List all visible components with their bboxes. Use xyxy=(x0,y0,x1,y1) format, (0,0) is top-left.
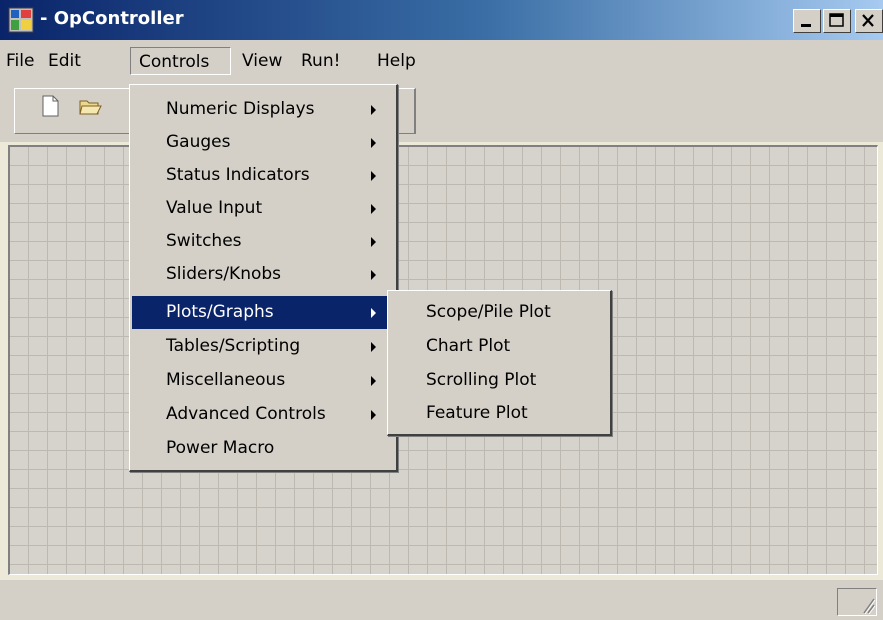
menu-item-tables-scripting[interactable]: Tables/Scripting xyxy=(132,330,394,363)
menu-item-label: Power Macro xyxy=(166,438,275,458)
menu-item-switches[interactable]: Switches xyxy=(132,225,394,258)
menu-item-gauges[interactable]: Gauges xyxy=(132,126,394,159)
menu-item-numeric-displays[interactable]: Numeric Displays xyxy=(132,93,394,126)
menu-file[interactable]: File xyxy=(2,47,38,75)
menu-item-label: Value Input xyxy=(166,198,263,218)
submenu-arrow-icon xyxy=(371,342,376,352)
menu-item-sliders-knobs[interactable]: Sliders/Knobs xyxy=(132,258,394,291)
menu-item-chart-plot[interactable]: Chart Plot xyxy=(390,330,608,363)
menu-help[interactable]: Help xyxy=(373,47,420,75)
plots-graphs-submenu: Scope/Pile Plot Chart Plot Scrolling Plo… xyxy=(387,290,612,436)
menu-item-label: Plots/Graphs xyxy=(166,302,274,322)
new-file-icon[interactable] xyxy=(38,94,62,118)
menu-item-label: Sliders/Knobs xyxy=(166,264,282,284)
menu-item-feature-plot[interactable]: Feature Plot xyxy=(390,397,608,430)
size-grip-icon[interactable] xyxy=(838,589,876,615)
menu-item-plots-graphs[interactable]: Plots/Graphs xyxy=(132,296,394,329)
menu-item-label: Gauges xyxy=(166,132,231,152)
close-icon xyxy=(862,14,874,27)
menu-item-scope-pile-plot[interactable]: Scope/Pile Plot xyxy=(390,296,608,329)
menu-item-label: Advanced Controls xyxy=(166,404,326,424)
menu-item-status-indicators[interactable]: Status Indicators xyxy=(132,159,394,192)
menu-item-miscellaneous[interactable]: Miscellaneous xyxy=(132,364,394,397)
menu-run[interactable]: Run! xyxy=(297,47,344,75)
status-bar xyxy=(0,580,883,620)
menu-item-value-input[interactable]: Value Input xyxy=(132,192,394,225)
app-icon xyxy=(8,7,34,33)
submenu-arrow-icon xyxy=(371,171,376,181)
submenu-arrow-icon xyxy=(371,308,376,318)
submenu-arrow-icon xyxy=(371,204,376,214)
menu-bar: File Edit Controls View Run! Help xyxy=(0,40,883,80)
menu-item-power-macro[interactable]: Power Macro xyxy=(132,432,394,465)
submenu-arrow-icon xyxy=(371,237,376,247)
open-folder-icon[interactable] xyxy=(78,94,102,118)
controls-menu: Numeric Displays Gauges Status Indicator… xyxy=(129,84,398,472)
menu-item-advanced-controls[interactable]: Advanced Controls xyxy=(132,398,394,431)
window-title: - OpController xyxy=(40,8,184,29)
menu-item-label: Miscellaneous xyxy=(166,370,286,390)
maximize-icon xyxy=(829,13,844,27)
menu-item-scrolling-plot[interactable]: Scrolling Plot xyxy=(390,364,608,397)
menu-controls[interactable]: Controls xyxy=(130,47,231,75)
maximize-button[interactable] xyxy=(823,9,851,33)
minimize-icon xyxy=(801,24,811,27)
submenu-arrow-icon xyxy=(371,138,376,148)
submenu-arrow-icon xyxy=(371,105,376,115)
menu-item-label: Switches xyxy=(166,231,242,251)
menu-edit[interactable]: Edit xyxy=(44,47,85,75)
status-panel xyxy=(837,588,877,616)
menu-item-label: Tables/Scripting xyxy=(166,336,301,356)
close-button[interactable] xyxy=(855,9,883,33)
submenu-arrow-icon xyxy=(371,410,376,420)
title-bar: - OpController xyxy=(0,0,883,40)
minimize-button[interactable] xyxy=(793,9,821,33)
menu-item-label: Numeric Displays xyxy=(166,99,315,119)
submenu-arrow-icon xyxy=(371,270,376,280)
menu-item-label: Status Indicators xyxy=(166,165,310,185)
menu-view[interactable]: View xyxy=(238,47,286,75)
submenu-arrow-icon xyxy=(371,376,376,386)
